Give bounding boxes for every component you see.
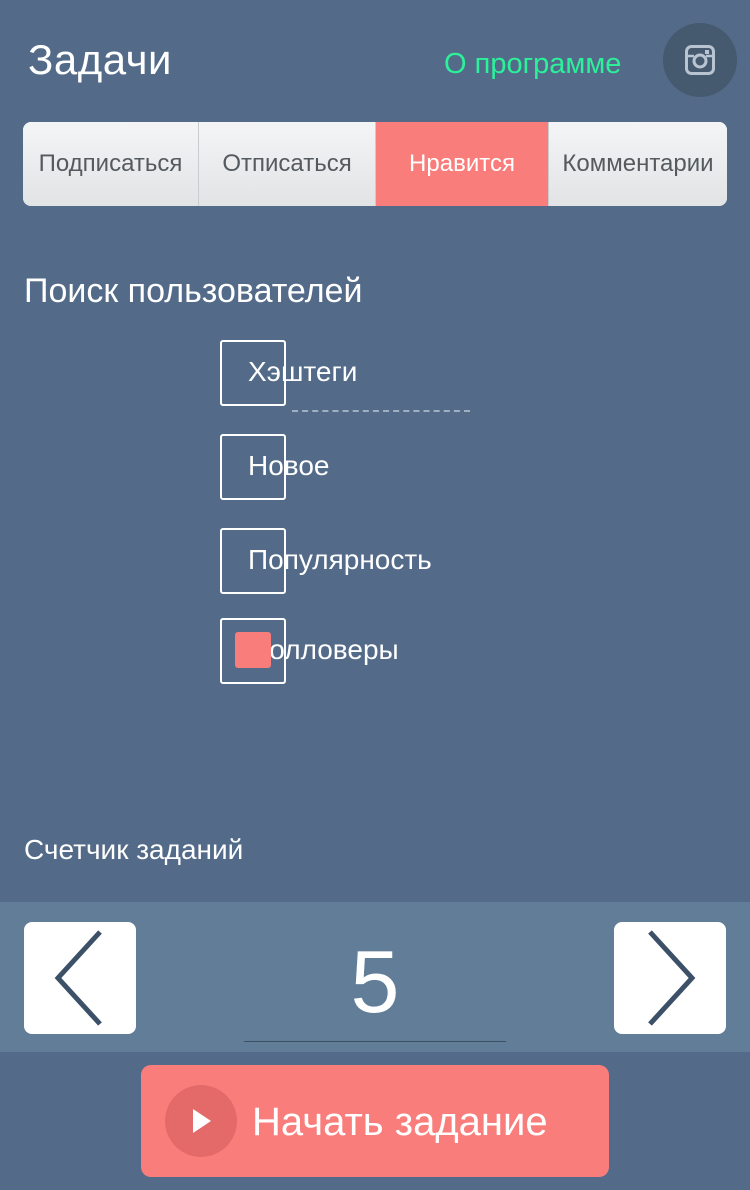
task-counter-label: Счетчик заданий — [24, 834, 244, 865]
chevron-right-icon — [648, 930, 696, 1026]
option-popularity-label: Популярность — [248, 544, 432, 575]
tab-comments[interactable]: Комментарии — [549, 122, 727, 206]
hashtags-input-underline[interactable] — [292, 410, 470, 412]
tab-like[interactable]: Нравится — [376, 122, 549, 206]
start-task-button[interactable]: Начать задание — [141, 1065, 609, 1177]
task-tabs: Подписаться Отписаться Нравится Коммента… — [23, 122, 727, 206]
instagram-icon — [685, 45, 715, 75]
tab-unsubscribe[interactable]: Отписаться — [199, 122, 376, 206]
start-task-label: Начать задание — [252, 1100, 548, 1144]
decrement-button[interactable] — [24, 922, 136, 1034]
tab-subscribe[interactable]: Подписаться — [23, 122, 199, 206]
task-counter: 5 — [0, 902, 750, 1052]
search-users-title: Поиск пользователей — [24, 272, 363, 310]
page-title: Задачи — [28, 36, 173, 83]
checkbox-checked-mark — [235, 632, 271, 668]
task-count-value: 5 — [244, 922, 506, 1042]
increment-button[interactable] — [614, 922, 726, 1034]
option-hashtags-label: Хэштеги — [248, 356, 358, 387]
play-icon — [165, 1085, 237, 1157]
instagram-button[interactable] — [663, 23, 737, 97]
about-link[interactable]: О программе — [444, 48, 621, 81]
chevron-left-icon — [54, 930, 102, 1026]
option-followers[interactable]: Фолловеры — [220, 618, 520, 688]
option-new-label: Новое — [248, 450, 330, 481]
option-popularity[interactable]: Популярность — [220, 528, 520, 598]
option-new[interactable]: Новое — [220, 434, 520, 504]
option-hashtags[interactable]: Хэштеги — [220, 340, 520, 410]
